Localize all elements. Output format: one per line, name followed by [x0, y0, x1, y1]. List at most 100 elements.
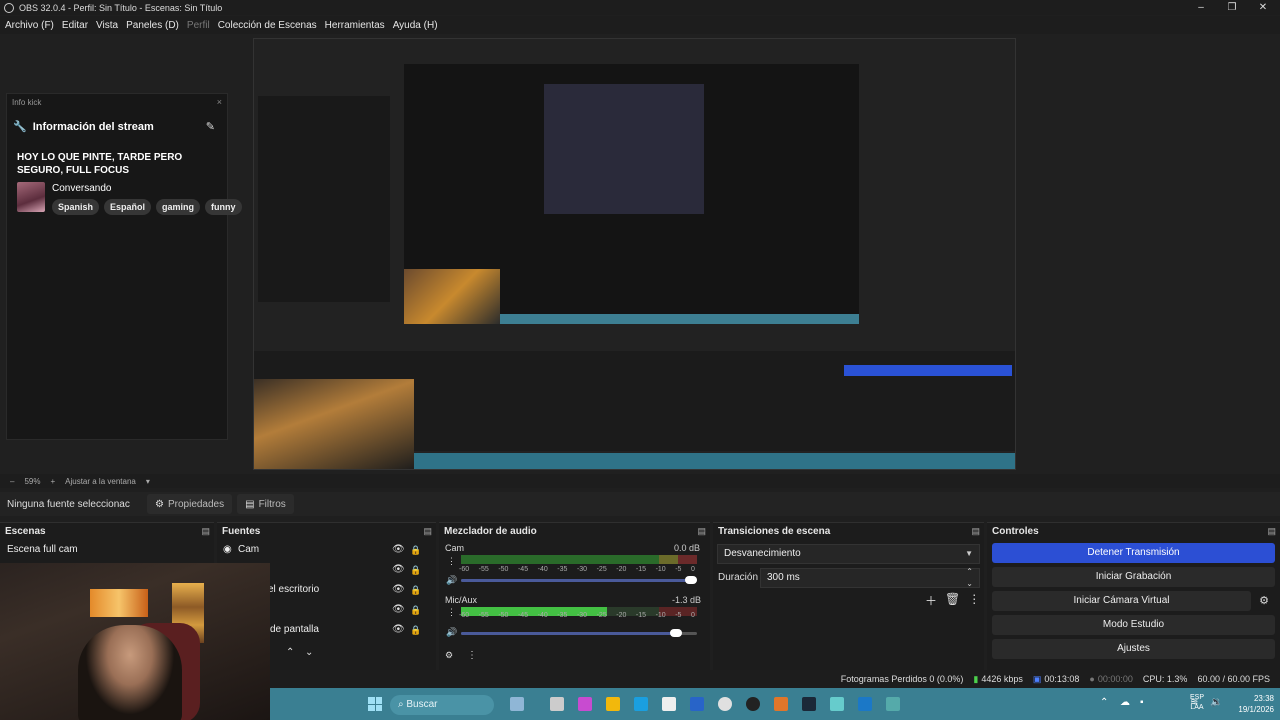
eye-icon[interactable]: 👁	[392, 541, 405, 559]
scale-label: -35	[557, 566, 568, 573]
fit-window-button[interactable]: Ajustar a la ventana	[65, 477, 136, 486]
scale-label: -40	[537, 612, 548, 619]
close-button[interactable]: ✕	[1248, 0, 1278, 15]
record-time: 00:00:00	[1097, 674, 1133, 684]
dock-close-icon[interactable]: ×	[217, 97, 222, 107]
chevron-up-icon[interactable]: ⌃	[1100, 697, 1108, 708]
meter-scale: -60 -55 -50 -45 -40 -35 -30 -25 -20 -15 -10 -5 0	[459, 612, 695, 619]
settings-button[interactable]: Ajustes	[992, 639, 1275, 659]
source-label: el escritorio	[268, 584, 320, 595]
brave-icon[interactable]	[774, 697, 788, 711]
app-icon[interactable]	[886, 697, 900, 711]
kebab-menu-icon[interactable]: ⋮	[968, 592, 980, 609]
no-source-label: Ninguna fuente seleccionac	[7, 498, 130, 510]
tag: Spanish	[52, 199, 100, 215]
speaker-icon[interactable]: 🔊	[446, 627, 457, 638]
tag: gaming	[156, 199, 201, 215]
lock-icon[interactable]: 🔒	[410, 561, 421, 579]
menu-coleccion[interactable]: Colección de Escenas	[218, 20, 317, 31]
eye-icon[interactable]: 👁	[392, 561, 405, 579]
cloud-icon[interactable]: ☁	[1120, 697, 1130, 708]
app-tray-icon[interactable]: ▪	[1140, 697, 1144, 708]
app-icon[interactable]	[578, 697, 592, 711]
spinner-icon[interactable]: ⌃ ⌄	[966, 566, 973, 590]
kebab-menu-icon[interactable]: ⋮	[447, 556, 456, 567]
menu-vista[interactable]: Vista	[96, 20, 118, 31]
menu-paneles[interactable]: Paneles (D)	[126, 20, 179, 31]
scale-label: -35	[557, 612, 568, 619]
eye-icon[interactable]: 👁	[392, 621, 405, 639]
move-down-icon[interactable]: ⌄	[305, 647, 313, 658]
eye-icon[interactable]: 👁	[392, 581, 405, 599]
trash-icon[interactable]: 🗑	[945, 592, 960, 609]
lock-icon[interactable]: 🔒	[410, 541, 421, 559]
duration-input[interactable]: 300 ms ⌃ ⌄	[760, 566, 980, 590]
source-row[interactable]: ◉ Cam 👁 🔒	[223, 541, 423, 559]
kebab-menu-icon[interactable]: ⋮	[467, 650, 477, 661]
add-icon[interactable]: ＋	[925, 592, 937, 609]
folder-icon[interactable]	[606, 697, 620, 711]
taskbar-search[interactable]: ⌕ Buscar	[390, 695, 494, 715]
menu-herramientas[interactable]: Herramientas	[325, 20, 385, 31]
menu-editar[interactable]: Editar	[62, 20, 88, 31]
gear-icon[interactable]: ⚙	[1254, 591, 1274, 611]
transition-select[interactable]: Desvanecimiento ▼	[717, 544, 980, 564]
scene-item[interactable]: Escena full cam	[3, 541, 211, 559]
outlook-icon[interactable]	[690, 697, 704, 711]
transition-tools: ＋ 🗑 ⋮	[925, 592, 980, 609]
scale-label: 0	[690, 566, 695, 573]
browser-icon[interactable]	[830, 697, 844, 711]
scale-label: -15	[635, 612, 647, 619]
edit-pencil-icon[interactable]: ✎	[206, 120, 215, 133]
volume-icon[interactable]: 🔉	[1210, 697, 1222, 708]
move-up-icon[interactable]: ⌃	[286, 647, 294, 658]
edge-icon[interactable]	[634, 697, 648, 711]
filters-button[interactable]: ▤ Filtros	[237, 494, 294, 514]
windows-start-icon[interactable]	[368, 697, 382, 711]
stop-stream-button[interactable]: Detener Transmisión	[992, 543, 1275, 563]
mixer-channel-name: Mic/Aux	[445, 595, 478, 605]
dock-menu-icon[interactable]: ▤	[697, 526, 706, 537]
dock-menu-icon[interactable]: ▤	[423, 526, 432, 537]
landscape-widget-icon[interactable]	[510, 697, 524, 711]
volume-slider[interactable]	[685, 576, 697, 584]
scale-label: -45	[517, 566, 529, 573]
start-virtual-cam-button[interactable]: Iniciar Cámara Virtual	[992, 591, 1251, 611]
steam-icon[interactable]	[802, 697, 816, 711]
menu-archivo[interactable]: Archivo (F)	[5, 20, 54, 31]
kebab-menu-icon[interactable]: ⋮	[447, 607, 456, 618]
audio-meter	[461, 555, 697, 564]
lock-icon[interactable]: 🔒	[410, 621, 421, 639]
dock-menu-icon[interactable]: ▤	[201, 526, 210, 537]
mixer-settings-icon[interactable]: ⚙	[445, 650, 453, 661]
store-icon[interactable]	[662, 697, 676, 711]
task-view-icon[interactable]	[550, 697, 564, 711]
wifi-icon[interactable]: ≋	[1190, 697, 1198, 708]
speaker-icon[interactable]: 🔊	[446, 575, 457, 586]
webcam-overlay	[0, 563, 270, 720]
lock-icon[interactable]: 🔒	[410, 601, 421, 619]
properties-button[interactable]: ⚙ Propiedades	[147, 494, 233, 514]
audio-mixer-panel: Mezclador de audio ▤	[439, 522, 710, 670]
start-recording-button[interactable]: Iniciar Grabación	[992, 567, 1275, 587]
volume-slider[interactable]	[670, 629, 682, 637]
zoom-in-button[interactable]: +	[50, 477, 55, 486]
eye-icon[interactable]: 👁	[392, 601, 405, 619]
dock-menu-icon[interactable]: ▤	[971, 526, 980, 537]
menu-perfil[interactable]: Perfil	[187, 20, 210, 31]
dock-menu-icon[interactable]: ▤	[1267, 526, 1276, 537]
obs-icon[interactable]	[746, 697, 760, 711]
minimize-button[interactable]: –	[1186, 0, 1216, 15]
nested-taskbar-strip	[499, 314, 859, 324]
studio-mode-button[interactable]: Modo Estudio	[992, 615, 1275, 635]
lock-icon[interactable]: 🔒	[410, 581, 421, 599]
taskbar-clock[interactable]: 23:38 19/1/2026	[1238, 693, 1274, 715]
menu-ayuda[interactable]: Ayuda (H)	[393, 20, 438, 31]
source-label: Cam	[238, 544, 260, 555]
filters-label: Filtros	[258, 498, 286, 510]
app-icon[interactable]	[858, 697, 872, 711]
maximize-button[interactable]: ❐	[1217, 0, 1247, 15]
chevron-down-icon[interactable]: ▾	[146, 477, 150, 486]
zoom-out-button[interactable]: –	[10, 477, 14, 486]
chrome-icon[interactable]	[718, 697, 732, 711]
